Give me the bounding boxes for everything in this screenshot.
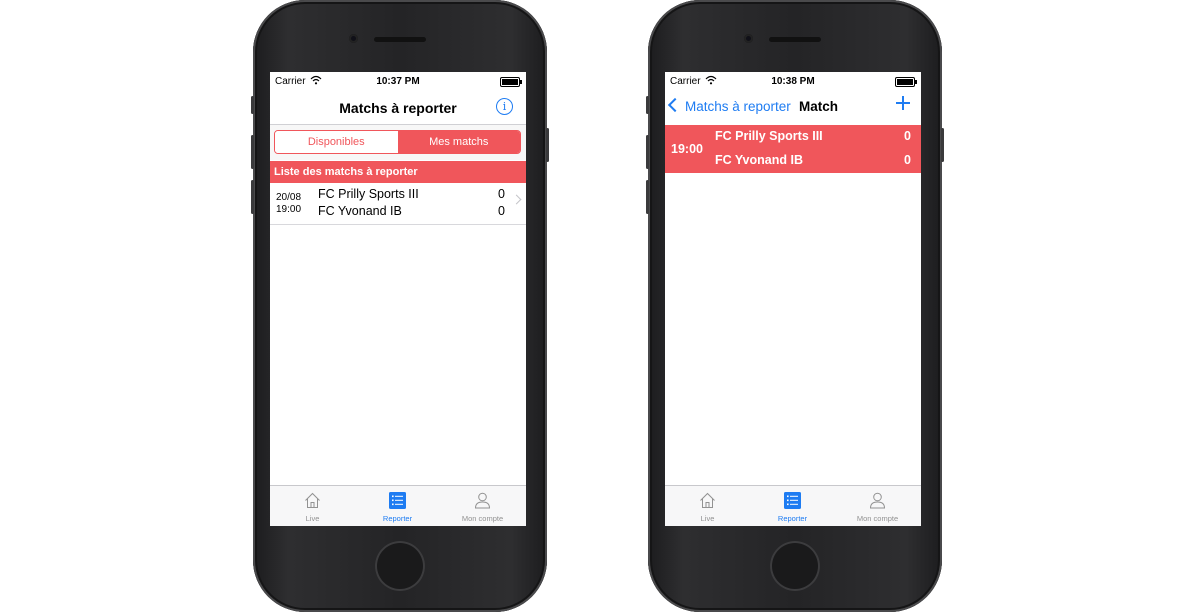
house-icon xyxy=(700,492,715,508)
segment-mes-matchs[interactable]: Mes matchs xyxy=(397,131,520,153)
status-time: 10:37 PM xyxy=(376,76,420,87)
tab-reporter[interactable]: Reporter xyxy=(750,486,835,526)
status-time: 10:38 PM xyxy=(771,76,815,87)
page-title: Match xyxy=(799,99,839,114)
home-button[interactable] xyxy=(770,541,820,591)
away-score: 0 xyxy=(904,153,911,167)
volume-button xyxy=(646,180,649,214)
back-label: Matchs à reporter xyxy=(685,99,791,114)
phone-left: Carrier 10:37 PM Matchs à reporter i Dis… xyxy=(251,0,549,612)
tab-bar: Live Reporter Mon compte xyxy=(270,485,526,526)
front-camera xyxy=(349,34,358,43)
screen: Carrier 10:38 PM Matchs à reporter Match… xyxy=(665,72,921,526)
tab-live[interactable]: Live xyxy=(665,486,750,526)
front-camera xyxy=(744,34,753,43)
tab-label: Reporter xyxy=(777,514,808,523)
tab-label: Reporter xyxy=(382,514,413,523)
section-header: Liste des matchs à reporter xyxy=(270,161,526,183)
plus-icon[interactable] xyxy=(896,96,910,110)
segment-disponibles[interactable]: Disponibles xyxy=(275,131,398,153)
tab-label: Mon compte xyxy=(856,514,899,523)
match-row[interactable]: 19:00 FC Prilly Sports III 0 FC Yvonand … xyxy=(665,125,921,173)
away-team: FC Yvonand IB xyxy=(715,153,803,167)
tab-bar: Live Reporter Mon compte xyxy=(665,485,921,526)
battery-icon xyxy=(895,77,917,87)
house-icon xyxy=(305,492,320,508)
screen: Carrier 10:37 PM Matchs à reporter i Dis… xyxy=(270,72,526,526)
away-team: FC Yvonand IB xyxy=(318,204,402,218)
volume-button xyxy=(646,96,649,114)
match-datetime: 20/08 19:00 xyxy=(276,192,301,216)
volume-button xyxy=(251,135,254,169)
table-row[interactable]: 20/08 19:00 FC Prilly Sports III 0 FC Yv… xyxy=(270,183,526,225)
home-button[interactable] xyxy=(375,541,425,591)
tab-mon-compte[interactable]: Mon compte xyxy=(835,486,920,526)
chevron-left-icon xyxy=(667,97,683,113)
tab-label: Mon compte xyxy=(461,514,504,523)
home-team: FC Prilly Sports III xyxy=(318,187,419,201)
segmented-control: Disponibles Mes matchs xyxy=(274,130,521,154)
match-time: 19:00 xyxy=(671,142,703,156)
person-icon xyxy=(474,492,491,509)
volume-button xyxy=(646,135,649,169)
chevron-right-icon xyxy=(511,194,522,205)
info-icon[interactable]: i xyxy=(496,98,513,115)
navigation-bar: Matchs à reporter Match xyxy=(665,92,921,124)
status-bar: Carrier 10:37 PM xyxy=(270,72,526,92)
tab-live[interactable]: Live xyxy=(270,486,355,526)
tab-label: Live xyxy=(700,514,715,523)
status-bar: Carrier 10:38 PM xyxy=(665,72,921,92)
volume-button xyxy=(251,180,254,214)
tab-label: Live xyxy=(305,514,320,523)
power-button xyxy=(546,128,549,162)
home-score: 0 xyxy=(904,129,911,143)
away-score: 0 xyxy=(498,204,505,218)
back-button[interactable]: Matchs à reporter xyxy=(665,92,797,124)
battery-icon xyxy=(500,77,522,87)
segment-bar: Disponibles Mes matchs xyxy=(270,125,526,160)
home-team: FC Prilly Sports III xyxy=(715,129,823,143)
tab-reporter[interactable]: Reporter xyxy=(355,486,440,526)
earpiece-speaker xyxy=(374,37,426,42)
tab-mon-compte[interactable]: Mon compte xyxy=(440,486,525,526)
phone-right: Carrier 10:38 PM Matchs à reporter Match… xyxy=(646,0,944,612)
navigation-bar: Matchs à reporter i xyxy=(270,92,526,124)
match-time: 19:00 xyxy=(276,204,302,215)
match-date: 20/08 xyxy=(276,192,302,203)
list-icon xyxy=(389,492,406,509)
home-score: 0 xyxy=(498,187,505,201)
page-title: Matchs à reporter xyxy=(339,100,457,116)
earpiece-speaker xyxy=(769,37,821,42)
list-icon xyxy=(784,492,801,509)
person-icon xyxy=(869,492,886,509)
power-button xyxy=(941,128,944,162)
volume-button xyxy=(251,96,254,114)
